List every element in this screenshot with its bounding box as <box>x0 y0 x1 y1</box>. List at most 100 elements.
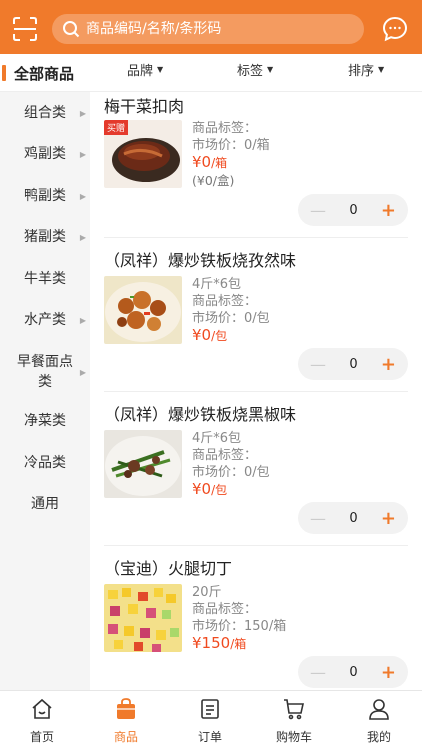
filter-bar: 全部商品 品牌 ▼ 标签 ▼ 排序 ▼ <box>0 54 422 92</box>
sidebar-item-prepped-veg[interactable]: 净菜类 <box>0 401 90 441</box>
tag-label: 商品标签： <box>192 448 258 463</box>
product-spec: 4斤*6包 <box>192 431 242 446</box>
quantity-value[interactable]: 0 <box>349 511 357 526</box>
product-info: 商品标签： 市场价：0/箱 ¥0/箱 (¥0/盒) <box>192 120 270 189</box>
chevron-right-icon: ▶ <box>79 149 86 159</box>
tab-profile[interactable]: 我的 <box>344 697 414 745</box>
sale-price-unit: /包 <box>211 329 228 343</box>
tab-label: 订单 <box>197 730 222 744</box>
tag-label: 商品标签： <box>192 602 258 617</box>
sale-price: ¥0/包 <box>192 327 270 345</box>
product-name: （凤祥）爆炒铁板烧孜然味 <box>104 251 297 270</box>
tab-products[interactable]: 商品 <box>91 697 161 745</box>
market-price-value: 0/箱 <box>244 138 270 153</box>
chevron-right-icon: ▶ <box>79 367 86 377</box>
minus-button[interactable]: — <box>310 201 326 220</box>
plus-button[interactable]: + <box>381 508 396 529</box>
quantity-stepper: — 0 + <box>298 656 408 688</box>
sale-price-value: ¥0 <box>192 153 212 171</box>
all-products-tab[interactable]: 全部商品 <box>0 54 90 92</box>
search-bar[interactable] <box>52 14 364 44</box>
tag-filter[interactable]: 标签 ▼ <box>237 54 273 84</box>
product-spec: 20斤 <box>192 585 222 600</box>
quantity-stepper: — 0 + <box>298 194 408 226</box>
sidebar-item-breakfast[interactable]: 早餐面点类 ▶ <box>0 350 90 394</box>
search-icon <box>62 20 80 38</box>
product-image[interactable]: 买赠 <box>104 120 182 188</box>
quantity-value[interactable]: 0 <box>349 203 357 218</box>
tab-home[interactable]: 首页 <box>7 697 77 745</box>
minus-button[interactable]: — <box>310 663 326 682</box>
top-header <box>0 0 422 54</box>
minus-button[interactable]: — <box>310 509 326 528</box>
sidebar-item-combo[interactable]: 组合类 ▶ <box>0 93 90 133</box>
chevron-right-icon: ▶ <box>79 191 86 201</box>
plus-button[interactable]: + <box>381 662 396 683</box>
message-icon[interactable] <box>382 16 408 42</box>
market-price: 市场价：0/包 <box>192 464 270 481</box>
sidebar-item-beef-lamb[interactable]: 牛羊类 <box>0 259 90 299</box>
product-info: 20斤 商品标签： 市场价：150/箱 ¥150/箱 <box>192 584 286 653</box>
sidebar-item-general[interactable]: 通用 <box>0 484 90 524</box>
caret-down-icon: ▼ <box>378 64 385 74</box>
sale-price: ¥0/箱 <box>192 154 270 172</box>
product-image[interactable] <box>104 584 182 652</box>
sale-price: ¥150/箱 <box>192 635 286 653</box>
product-spec: 4斤*6包 <box>192 277 242 292</box>
market-price-label: 市场价： <box>192 465 245 480</box>
search-input[interactable] <box>86 21 336 37</box>
quantity-value[interactable]: 0 <box>349 665 357 680</box>
sidebar-item-label: 通用 <box>31 496 59 512</box>
product-image[interactable] <box>104 430 182 498</box>
divider <box>104 545 408 546</box>
sale-price-value: ¥0 <box>192 480 212 498</box>
product-image[interactable] <box>104 276 182 344</box>
market-price-label: 市场价： <box>192 138 245 153</box>
unit-price: (¥0/盒) <box>192 173 235 188</box>
sidebar-item-label: 净菜类 <box>24 413 66 429</box>
sidebar-item-label: 早餐面点类 <box>17 354 73 390</box>
sidebar-item-seafood[interactable]: 水产类 ▶ <box>0 300 90 340</box>
market-price-value: 150/箱 <box>244 619 287 634</box>
minus-button[interactable]: — <box>310 355 326 374</box>
market-price: 市场价：0/包 <box>192 310 270 327</box>
quantity-value[interactable]: 0 <box>349 357 357 372</box>
sidebar-item-label: 组合类 <box>24 105 66 121</box>
tab-label: 购物车 <box>275 730 312 744</box>
plus-button[interactable]: + <box>381 354 396 375</box>
divider <box>104 391 408 392</box>
product-info: 4斤*6包 商品标签： 市场价：0/包 ¥0/包 <box>192 430 270 499</box>
sidebar-item-label: 水产类 <box>24 312 66 328</box>
tag-label: 商品标签： <box>192 121 258 136</box>
tab-label: 商品 <box>113 730 138 744</box>
brand-filter[interactable]: 品牌 ▼ <box>127 54 163 84</box>
tag-filter-label: 标签 <box>237 63 264 79</box>
sidebar-item-label: 冷品类 <box>24 455 66 471</box>
scan-icon[interactable] <box>12 16 38 42</box>
sale-price-unit: /箱 <box>230 637 247 651</box>
product-name: （凤祥）爆炒铁板烧黑椒味 <box>104 405 297 424</box>
sidebar-item-label: 鸭副类 <box>24 188 66 204</box>
market-price: 市场价：0/箱 <box>192 137 270 154</box>
product-name: （宝迪）火腿切丁 <box>104 559 233 578</box>
active-indicator <box>2 65 6 81</box>
plus-button[interactable]: + <box>381 200 396 221</box>
sidebar-item-duck[interactable]: 鸭副类 ▶ <box>0 176 90 216</box>
tab-label: 首页 <box>29 730 54 744</box>
tab-cart[interactable]: 购物车 <box>259 697 329 745</box>
tab-label: 我的 <box>366 730 391 744</box>
tab-orders[interactable]: 订单 <box>175 697 245 745</box>
brand-filter-label: 品牌 <box>127 63 154 79</box>
sale-price: ¥0/包 <box>192 481 270 499</box>
sidebar-item-label: 牛羊类 <box>24 271 66 287</box>
sort-filter[interactable]: 排序 ▼ <box>348 54 384 84</box>
caret-down-icon: ▼ <box>157 64 164 74</box>
all-products-label: 全部商品 <box>14 64 75 83</box>
caret-down-icon: ▼ <box>267 64 274 74</box>
bag-icon <box>114 697 138 725</box>
sidebar-item-cold[interactable]: 冷品类 <box>0 443 90 483</box>
sidebar-item-pork[interactable]: 猪副类 ▶ <box>0 217 90 257</box>
order-icon <box>198 697 222 725</box>
market-price: 市场价：150/箱 <box>192 618 286 635</box>
sidebar-item-chicken[interactable]: 鸡副类 ▶ <box>0 134 90 174</box>
